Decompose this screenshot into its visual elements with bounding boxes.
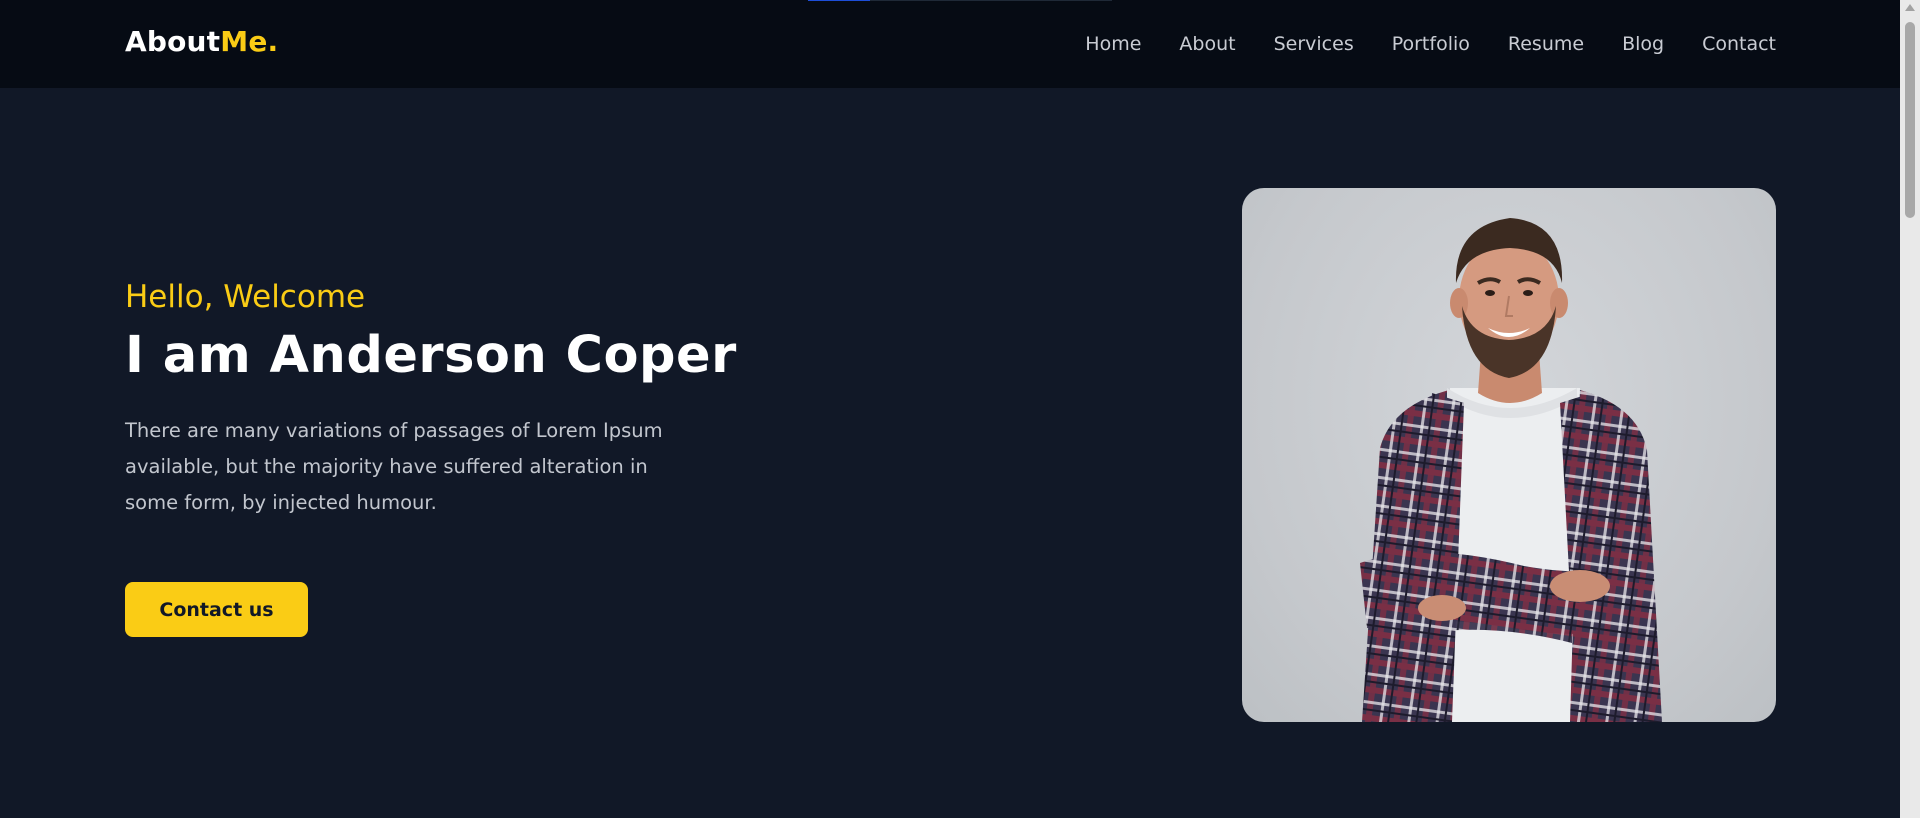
portrait-image <box>1242 188 1776 722</box>
logo-main-text: About <box>125 25 221 58</box>
hero-headline: I am Anderson Coper <box>125 326 737 385</box>
nav-home[interactable]: Home <box>1085 33 1141 55</box>
nav-services[interactable]: Services <box>1274 33 1354 55</box>
site-logo[interactable]: AboutMe. <box>125 25 278 58</box>
portrait-illustration <box>1360 218 1662 722</box>
site-header: AboutMe. Home About Services Portfolio R… <box>0 0 1900 88</box>
main-navigation: Home About Services Portfolio Resume Blo… <box>1085 0 1776 88</box>
top-progress-indicator-fill <box>808 0 870 1</box>
logo-accent-text: Me. <box>220 25 279 58</box>
hero-description: There are many variations of passages of… <box>125 419 663 514</box>
contact-us-button[interactable]: Contact us <box>125 582 308 637</box>
nav-portfolio[interactable]: Portfolio <box>1392 33 1470 55</box>
scrollbar-thumb[interactable] <box>1905 22 1915 218</box>
nav-resume[interactable]: Resume <box>1508 33 1584 55</box>
nav-contact[interactable]: Contact <box>1702 33 1776 55</box>
top-progress-indicator <box>808 0 1112 1</box>
nav-blog[interactable]: Blog <box>1622 33 1664 55</box>
hero-greeting: Hello, Welcome <box>125 279 366 315</box>
scroll-up-arrow-icon[interactable] <box>1905 4 1915 11</box>
vertical-scrollbar[interactable] <box>1900 0 1920 818</box>
nav-about[interactable]: About <box>1179 33 1235 55</box>
